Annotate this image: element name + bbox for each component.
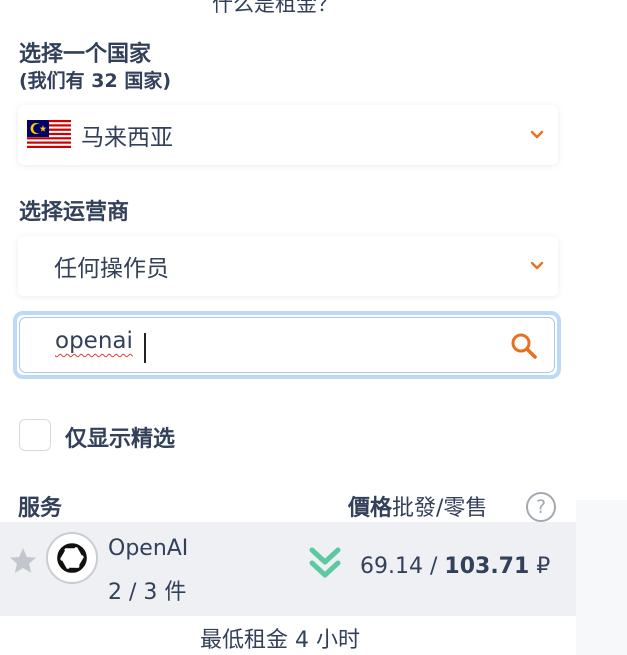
country-select[interactable]: 马来西亚: [18, 105, 558, 165]
price-header-bold: 價格: [348, 496, 393, 521]
price-header-rest: 批發/零售: [392, 496, 488, 521]
rent-panel: 什么是租金？ 选择一个国家 (我们有 32 国家) 马来西亚 选择运营商 任何操…: [0, 0, 576, 655]
double-chevron-down-icon: [309, 547, 341, 578]
featured-only-label[interactable]: 仅显示精选: [65, 421, 175, 453]
service-column-header: 服务: [18, 496, 63, 521]
operator-select[interactable]: 任何操作员: [18, 236, 558, 296]
price-wholesale: 69.14 /: [360, 554, 438, 579]
operator-selected-value: 任何操作员: [54, 256, 169, 282]
help-icon[interactable]: ?: [526, 492, 556, 522]
service-count: 2 / 3 件: [108, 580, 187, 605]
chevron-down-icon: [530, 130, 544, 139]
search-input[interactable]: openai: [55, 328, 133, 354]
text-caret: [144, 333, 146, 363]
what-is-rent-link[interactable]: 什么是租金？: [212, 0, 338, 18]
operator-title: 选择运营商: [19, 200, 130, 225]
search-icon[interactable]: [509, 331, 539, 361]
openai-logo-icon: [46, 532, 98, 584]
chevron-down-icon: [530, 261, 544, 270]
side-card: [576, 0, 627, 500]
country-count: (我们有 32 国家): [19, 70, 172, 92]
service-name: OpenAI: [108, 536, 189, 561]
star-icon[interactable]: [8, 546, 38, 576]
min-rent-note: 最低租金 4 小时: [200, 628, 360, 653]
country-selected-value: 马来西亚: [81, 125, 173, 151]
country-title: 选择一个国家: [19, 42, 152, 67]
malaysia-flag-icon: [27, 120, 71, 150]
service-price: 69.14 / 103.71 ₽: [360, 554, 550, 579]
currency-symbol: ₽: [536, 554, 551, 579]
price-retail: 103.71: [444, 554, 530, 579]
service-row[interactable]: OpenAI 2 / 3 件 69.14 / 103.71 ₽: [0, 522, 576, 616]
featured-only-checkbox[interactable]: [19, 419, 51, 451]
price-column-header: 價格批發/零售: [348, 490, 487, 522]
service-search[interactable]: openai: [13, 311, 561, 379]
